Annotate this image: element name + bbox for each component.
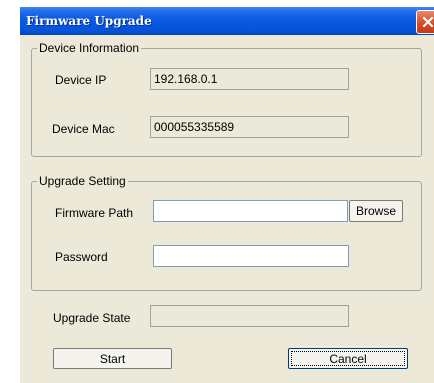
upgrade-state-field: [150, 305, 349, 327]
device-information-legend: Device Information: [37, 41, 142, 55]
password-label: Password: [55, 250, 108, 264]
device-ip-field: 192.168.0.1: [150, 68, 349, 90]
close-button[interactable]: [416, 10, 434, 34]
browse-button[interactable]: Browse: [349, 200, 403, 222]
device-ip-label: Device IP: [55, 73, 107, 87]
upgrade-setting-group: Upgrade Setting: [31, 174, 422, 291]
upgrade-state-label: Upgrade State: [53, 311, 131, 325]
firmware-path-input[interactable]: [153, 200, 348, 222]
firmware-upgrade-dialog: Firmware Upgrade Device Information Devi…: [20, 7, 434, 383]
cancel-button[interactable]: Cancel: [288, 348, 408, 369]
cancel-button-label: Cancel: [329, 351, 367, 366]
window-title: Firmware Upgrade: [26, 14, 152, 28]
device-mac-field: 000055335589: [150, 116, 349, 138]
start-button[interactable]: Start: [53, 348, 172, 369]
title-bar[interactable]: Firmware Upgrade: [20, 7, 434, 35]
device-mac-label: Device Mac: [52, 122, 115, 136]
password-input[interactable]: [153, 245, 349, 267]
close-icon: [422, 16, 434, 28]
upgrade-setting-legend: Upgrade Setting: [37, 174, 128, 188]
device-information-group: Device Information: [31, 41, 422, 157]
firmware-path-label: Firmware Path: [55, 206, 134, 220]
